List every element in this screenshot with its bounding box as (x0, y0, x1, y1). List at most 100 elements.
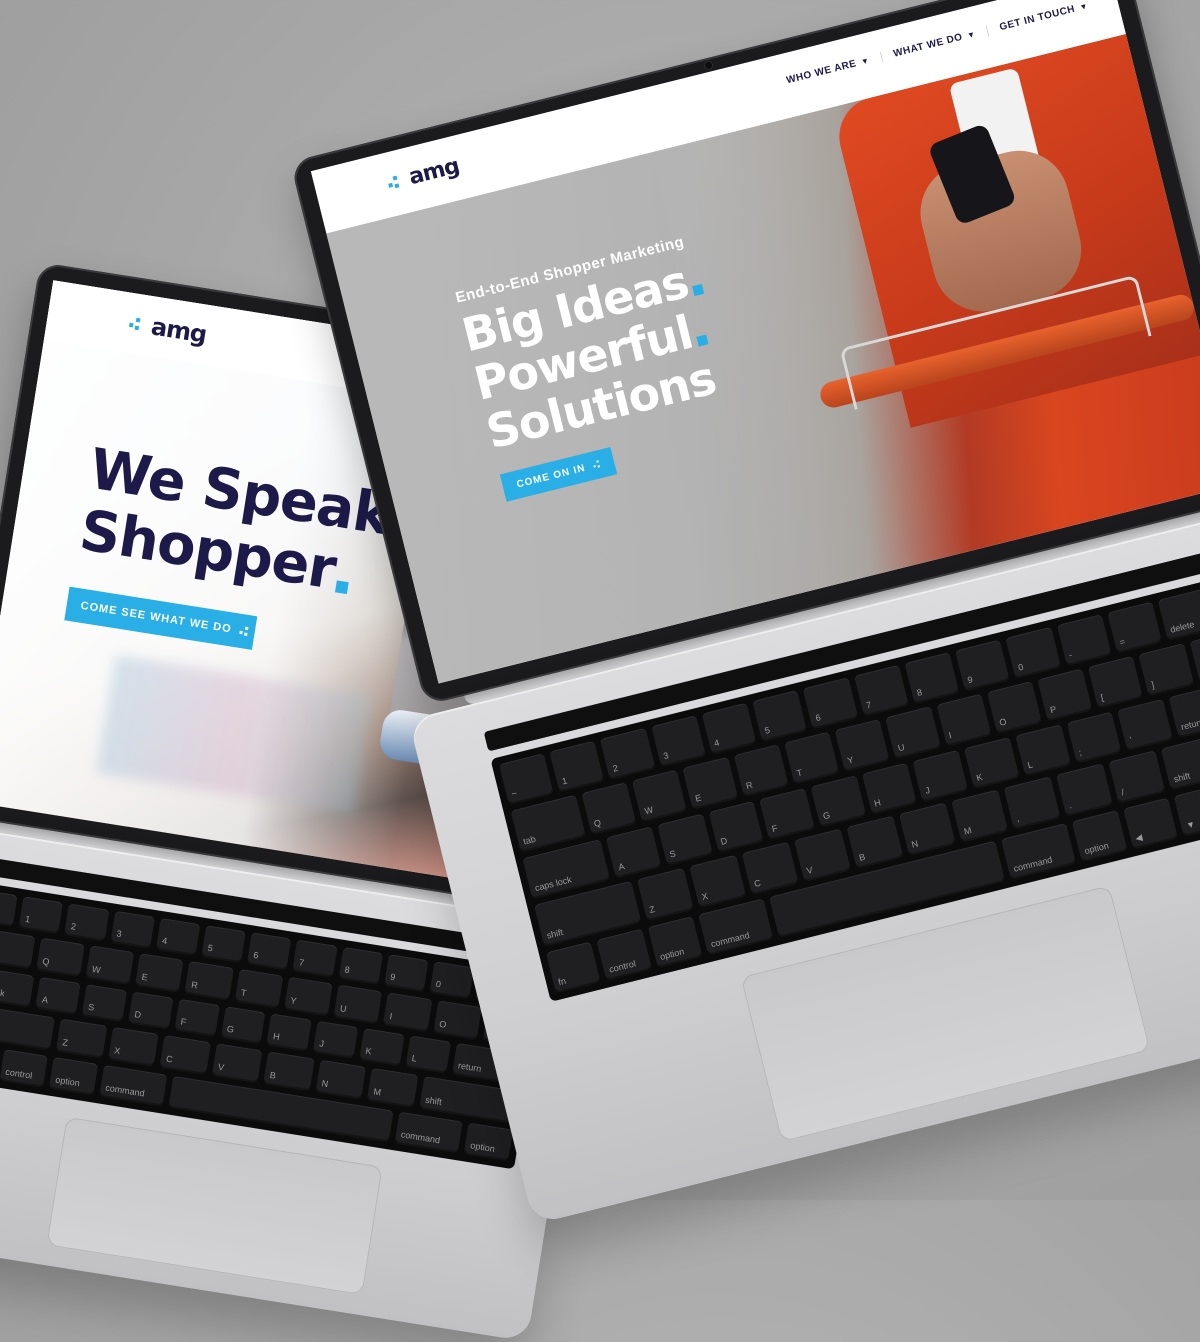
left-trackpad[interactable] (46, 1116, 383, 1296)
key[interactable]: W (632, 769, 688, 823)
key[interactable]: ~ (0, 889, 18, 928)
key[interactable]: E (682, 757, 738, 810)
key[interactable]: command (1001, 822, 1077, 880)
key[interactable]: Q (36, 937, 85, 977)
key[interactable]: L (405, 1035, 451, 1074)
key[interactable]: D (127, 991, 174, 1030)
key[interactable]: C (159, 1035, 211, 1075)
key[interactable]: B (263, 1051, 315, 1091)
key[interactable]: 5 (752, 689, 808, 743)
key[interactable]: 3 (650, 715, 707, 768)
key[interactable]: ; (1066, 711, 1122, 764)
key[interactable]: C (741, 841, 799, 895)
key[interactable]: ~ (498, 753, 555, 806)
key[interactable]: 1 (549, 740, 605, 793)
key[interactable]: R (184, 961, 234, 1001)
key[interactable]: Y (834, 719, 890, 772)
key[interactable]: 2 (600, 727, 656, 781)
key[interactable]: = (1107, 601, 1163, 654)
key[interactable]: O (432, 1000, 482, 1040)
key[interactable]: caps lock (0, 964, 35, 1008)
key[interactable]: / (1108, 750, 1166, 804)
key[interactable]: option (1071, 809, 1128, 863)
key[interactable]: 4 (155, 917, 201, 957)
key[interactable]: H (266, 1013, 313, 1052)
left-logo[interactable]: amg (128, 311, 254, 354)
key[interactable]: [ (1088, 656, 1144, 709)
key[interactable]: T (234, 969, 284, 1009)
key[interactable]: J (312, 1020, 359, 1060)
key[interactable]: Y (284, 977, 333, 1017)
key[interactable]: S (657, 813, 713, 866)
nav-what-we-do[interactable]: WHAT WE DO ▼ (879, 25, 989, 63)
key[interactable]: 9 (955, 639, 1011, 692)
nav-get-in-touch[interactable]: GET IN TOUCH ▼ (985, 0, 1101, 37)
key[interactable]: T (784, 731, 840, 785)
key[interactable]: X (689, 854, 746, 908)
key[interactable]: B (846, 815, 904, 869)
key[interactable]: V (794, 828, 851, 882)
key[interactable]: control (0, 1048, 49, 1088)
arrow-left-key[interactable]: ◀ (1122, 797, 1179, 850)
key[interactable]: I (936, 694, 992, 747)
key[interactable]: U (333, 985, 383, 1024)
arrow-down-key[interactable]: ▼ (1173, 784, 1200, 837)
key[interactable]: delete (1157, 583, 1200, 642)
key[interactable]: M (951, 789, 1009, 843)
key[interactable]: tab (0, 926, 36, 969)
key[interactable]: E (135, 953, 184, 993)
key[interactable]: G (220, 1005, 266, 1045)
key[interactable]: O (986, 681, 1042, 734)
key[interactable]: 6 (246, 932, 292, 971)
key[interactable]: , (1003, 776, 1061, 830)
key[interactable]: 5 (201, 925, 247, 964)
key[interactable]: N (898, 802, 956, 856)
key[interactable]: 4 (701, 702, 757, 755)
key[interactable]: A (605, 826, 662, 879)
key[interactable]: option (647, 915, 703, 969)
key[interactable]: P (1037, 668, 1093, 722)
key[interactable]: K (963, 736, 1020, 790)
key[interactable]: 8 (338, 946, 383, 986)
key[interactable]: control (596, 928, 652, 981)
key[interactable]: 0 (1005, 626, 1061, 680)
key[interactable]: Z (636, 868, 694, 921)
key[interactable]: 1 (18, 896, 64, 935)
key[interactable]: U (885, 706, 941, 760)
key[interactable]: ] (1138, 643, 1194, 696)
key[interactable]: L (1015, 724, 1071, 777)
key[interactable]: 9 (383, 954, 429, 993)
key[interactable]: . (1056, 763, 1114, 817)
key[interactable]: 6 (803, 677, 859, 730)
key[interactable]: option (48, 1056, 99, 1096)
key[interactable]: F (759, 787, 815, 841)
key[interactable]: 2 (64, 903, 110, 942)
key[interactable]: 3 (109, 910, 155, 950)
key[interactable]: H (861, 762, 918, 815)
key[interactable]: command (394, 1111, 464, 1154)
key[interactable]: 7 (292, 939, 338, 978)
key[interactable]: A (35, 976, 81, 1016)
key[interactable]: option (464, 1122, 514, 1162)
key[interactable]: N (315, 1059, 367, 1100)
key[interactable]: F (174, 998, 220, 1038)
key[interactable]: J (912, 749, 969, 803)
key[interactable]: command (698, 897, 774, 956)
key[interactable]: K (359, 1027, 405, 1067)
key[interactable]: D (708, 800, 764, 854)
key[interactable]: Q (581, 782, 637, 835)
key[interactable]: tab (510, 795, 586, 853)
key[interactable]: S (81, 984, 128, 1023)
key[interactable]: 7 (853, 664, 909, 718)
key[interactable]: command (98, 1064, 168, 1107)
key[interactable]: 8 (904, 652, 960, 705)
key[interactable]: Z (56, 1018, 108, 1059)
key[interactable]: fn (545, 940, 602, 994)
key[interactable]: R (733, 744, 789, 797)
right-logo[interactable]: amg (386, 145, 506, 195)
key[interactable]: M (367, 1068, 419, 1108)
key[interactable]: 0 (429, 961, 475, 1000)
key[interactable]: W (85, 945, 135, 985)
key[interactable]: I (383, 992, 432, 1032)
key[interactable]: X (107, 1027, 159, 1067)
